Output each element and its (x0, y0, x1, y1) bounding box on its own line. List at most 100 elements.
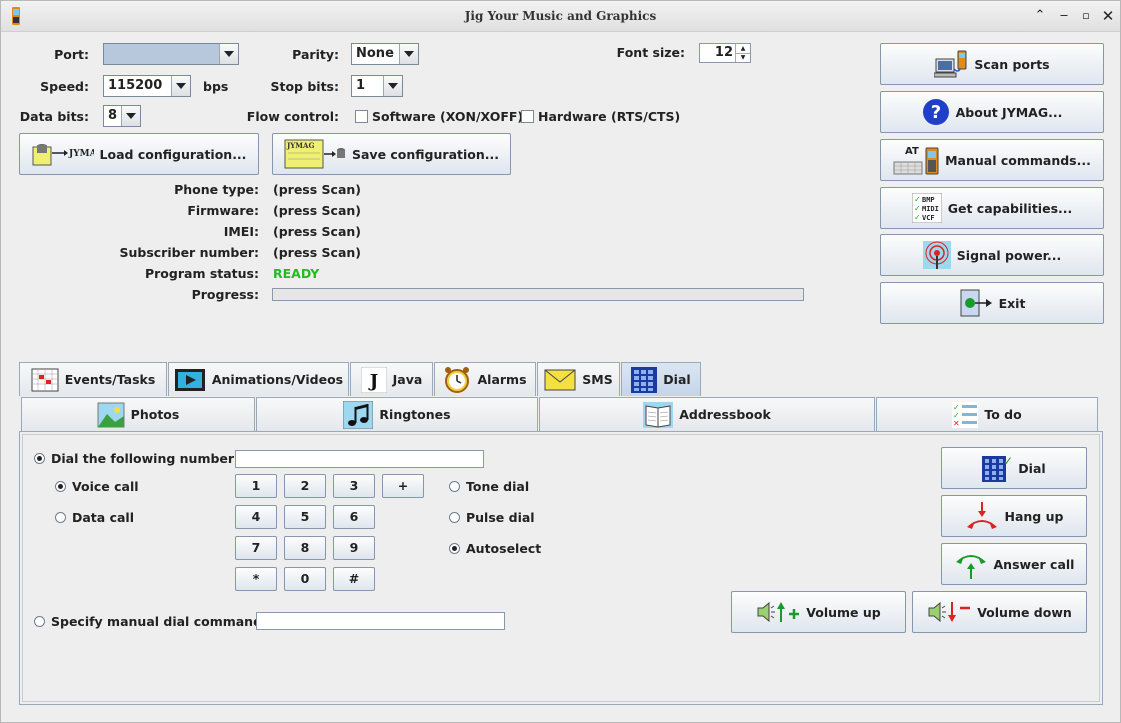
parity-value: None (356, 46, 394, 61)
speed-unit: bps (203, 79, 229, 94)
hang-up-icon (966, 502, 997, 529)
stopbits-select[interactable]: 1 (351, 75, 403, 97)
key-1[interactable]: 1 (235, 474, 277, 498)
stopbits-label: Stop bits: (270, 79, 339, 94)
key-8[interactable]: 8 (284, 536, 326, 560)
window-title: Jig Your Music and Graphics (464, 9, 657, 23)
collapse-icon[interactable]: ⌃ (1031, 7, 1049, 25)
stopbits-value: 1 (356, 78, 366, 93)
flow-hardware-checkbox[interactable]: Hardware (RTS/CTS) (521, 109, 680, 124)
flow-hardware-label: Hardware (RTS/CTS) (538, 109, 681, 124)
dial-button-label: Dial (1018, 460, 1046, 476)
tone-dial-radio[interactable] (449, 481, 460, 492)
hang-up-label: Hang up (1004, 508, 1064, 524)
tab-photos[interactable]: Photos (21, 397, 255, 431)
manual-commands-button[interactable]: AT Manual commands... (880, 139, 1104, 181)
manual-dial-input[interactable] (256, 612, 505, 630)
spinner-down-icon[interactable]: ▼ (735, 53, 750, 62)
volume-up-button[interactable]: Volume up (731, 591, 906, 633)
port-select[interactable] (103, 43, 239, 65)
dial-number-radio[interactable] (34, 453, 45, 464)
tab-alarms[interactable]: Alarms (434, 362, 536, 396)
chevron-down-icon[interactable] (219, 44, 238, 64)
help-icon: ? (922, 99, 949, 125)
key-2[interactable]: 2 (284, 474, 326, 498)
tab-animations-videos[interactable]: Animations/Videos (168, 362, 349, 396)
dial-button[interactable]: ✓ Dial (941, 447, 1087, 489)
tab-ringtones[interactable]: Ringtones (256, 397, 538, 431)
tab-dial-label: Dial (663, 372, 691, 387)
volume-up-label: Volume up (806, 604, 881, 620)
volume-down-icon (928, 601, 971, 623)
key-3[interactable]: 3 (333, 474, 375, 498)
key-0[interactable]: 0 (284, 567, 326, 591)
chevron-down-icon[interactable] (171, 76, 190, 96)
voice-call-label: Voice call (72, 479, 139, 494)
exit-button[interactable]: Exit (880, 282, 1104, 324)
exit-label: Exit (998, 295, 1026, 311)
manual-dial-radio[interactable] (34, 616, 45, 627)
key-9[interactable]: 9 (333, 536, 375, 560)
key-7[interactable]: 7 (235, 536, 277, 560)
chevron-down-icon[interactable] (399, 44, 418, 64)
volume-down-button[interactable]: Volume down (912, 591, 1087, 633)
checkbox-icon[interactable] (355, 110, 368, 123)
dial-number-input[interactable] (235, 450, 484, 468)
badge-midi: MIDI (922, 205, 939, 213)
checkbox-icon[interactable] (521, 110, 534, 123)
key-hash[interactable]: # (333, 567, 375, 591)
key-6[interactable]: 6 (333, 505, 375, 529)
maximize-icon[interactable]: ▫ (1077, 7, 1095, 25)
key-4[interactable]: 4 (235, 505, 277, 529)
todo-list-icon: ✓ ✓ ✕ (952, 401, 979, 428)
load-config-icon: JYMAG (32, 144, 94, 166)
hang-up-button[interactable]: Hang up (941, 495, 1087, 537)
signal-power-button[interactable]: Signal power... (880, 234, 1104, 276)
font-size-spinner[interactable]: 12 ▲ ▼ (699, 43, 751, 63)
minimize-icon[interactable]: ‒ (1055, 7, 1073, 25)
parity-select[interactable]: None (351, 43, 419, 65)
key-plus[interactable]: + (382, 474, 424, 498)
save-configuration-button[interactable]: JYMAG Save configuration... (272, 133, 511, 175)
flow-software-checkbox[interactable]: Software (XON/XOFF) (355, 109, 523, 124)
databits-select[interactable]: 8 (103, 105, 141, 127)
subscriber-number-value: (press Scan) (273, 245, 361, 260)
about-jymag-button[interactable]: ? About JYMAG... (880, 91, 1104, 133)
subscriber-number-label: Subscriber number: (119, 245, 259, 260)
java-glyph: J (367, 371, 378, 392)
flow-software-label: Software (XON/XOFF) (372, 109, 524, 124)
autoselect-radio[interactable] (449, 543, 460, 554)
manual-commands-label: Manual commands... (945, 152, 1091, 168)
svg-text:?: ? (930, 102, 940, 123)
close-icon[interactable]: ✕ (1099, 7, 1117, 25)
phone-type-value: (press Scan) (273, 182, 361, 197)
pulse-dial-radio[interactable] (449, 512, 460, 523)
get-capabilities-button[interactable]: ✓ BMP ✓ MIDI ✓ VCF Get capabilities... (880, 187, 1104, 229)
exit-icon (960, 289, 992, 317)
chevron-down-icon[interactable] (383, 76, 402, 96)
answer-call-label: Answer call (993, 556, 1075, 572)
voice-call-radio[interactable] (55, 481, 66, 492)
save-config-logo: JYMAG (286, 141, 314, 150)
speed-select[interactable]: 115200 (103, 75, 191, 97)
key-5[interactable]: 5 (284, 505, 326, 529)
tab-dial[interactable]: Dial (621, 362, 701, 396)
speed-value: 115200 (108, 78, 163, 93)
signal-icon (922, 241, 951, 269)
chevron-down-icon[interactable] (121, 106, 140, 126)
key-star[interactable]: * (235, 567, 277, 591)
data-call-radio[interactable] (55, 512, 66, 523)
svg-text:✓: ✓ (914, 195, 921, 204)
tab-java[interactable]: J Java (350, 362, 433, 396)
tab-events-tasks[interactable]: Events/Tasks (19, 362, 167, 396)
at-commands-icon: AT (893, 146, 939, 175)
load-configuration-button[interactable]: JYMAG Load configuration... (19, 133, 259, 175)
tab-todo[interactable]: ✓ ✓ ✕ To do (876, 397, 1098, 431)
answer-call-button[interactable]: Answer call (941, 543, 1087, 585)
tab-addressbook[interactable]: Addressbook (539, 397, 875, 431)
scan-ports-button[interactable]: Scan ports (880, 43, 1104, 85)
about-jymag-label: About JYMAG... (955, 104, 1063, 120)
tab-sms[interactable]: SMS (537, 362, 620, 396)
phone-type-label: Phone type: (174, 182, 259, 197)
get-capabilities-label: Get capabilities... (947, 200, 1073, 216)
